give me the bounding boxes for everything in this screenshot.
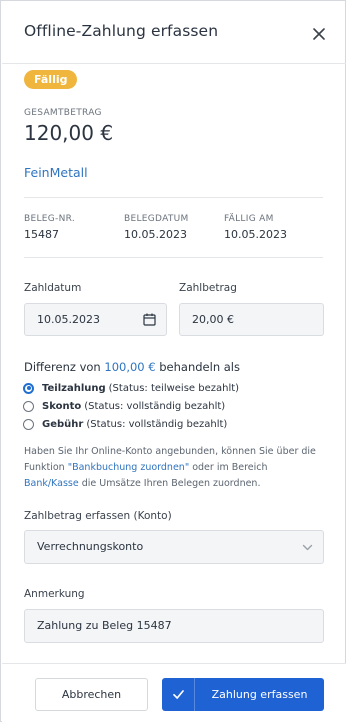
anmerkung-field[interactable]: Zahlung zu Beleg 15487 (24, 609, 324, 643)
dialog: Offline-Zahlung erfassen Fällig GESAMTBE… (0, 0, 346, 722)
radio-status: (Status: vollständig bezahlt) (84, 400, 226, 412)
zahldatum-field[interactable]: 10.05.2023 (24, 303, 167, 336)
zahldatum-value: 10.05.2023 (37, 313, 100, 326)
radio-skonto[interactable]: Skonto (Status: vollständig bezahlt) (23, 398, 225, 414)
radio-label: Gebühr (42, 418, 84, 430)
belegdatum-label: BELEGDATUM (124, 214, 189, 224)
bank-kasse-link[interactable]: Bank/Kasse (24, 478, 79, 489)
info-text: Haben Sie Ihr Online-Konto angebunden, k… (24, 444, 324, 492)
zahlbetrag-field[interactable]: 20,00 € (179, 303, 324, 336)
dialog-header: Offline-Zahlung erfassen (2, 2, 346, 64)
submit-button[interactable]: Zahlung erfassen (162, 678, 324, 711)
radio-label: Teilzahlung (42, 382, 106, 394)
difference-text: Differenz von 100,00 € behandeln als (24, 360, 240, 374)
radio-button[interactable] (23, 382, 34, 394)
difference-amount: 100,00 € (104, 360, 156, 374)
beleg-nr-value: 15487 (24, 228, 59, 241)
faellig-am-value: 10.05.2023 (224, 228, 287, 241)
total-amount: 120,00 € (24, 121, 114, 145)
total-label: GESAMTBETRAG (24, 108, 102, 118)
radio-status: (Status: vollständig bezahlt) (86, 418, 228, 430)
radio-teilzahlung[interactable]: Teilzahlung (Status: teilweise bezahlt) (23, 380, 239, 396)
beleg-nr-label: BELEG-NR. (24, 214, 76, 224)
zahlbetrag-label: Zahlbetrag (179, 282, 237, 294)
dialog-footer: Abbrechen Zahlung erfassen (2, 663, 346, 722)
anmerkung-value: Zahlung zu Beleg 15487 (37, 619, 172, 632)
difference-suffix: behandeln als (155, 360, 240, 374)
konto-select[interactable]: Verrechnungskonto (24, 530, 324, 564)
check-icon (173, 690, 184, 699)
status-badge: Fällig (24, 70, 78, 89)
info-text-part: die Umsätze Ihren Belegen zuordnen. (78, 478, 261, 489)
submit-label: Zahlung erfassen (211, 688, 308, 701)
radio-label: Skonto (42, 400, 82, 412)
calendar-icon[interactable] (143, 313, 156, 326)
belegdatum-value: 10.05.2023 (124, 228, 187, 241)
company-link[interactable]: FeinMetall (24, 165, 88, 180)
konto-value: Verrechnungskonto (37, 540, 144, 553)
konto-label: Zahlbetrag erfassen (Konto) (24, 510, 172, 522)
divider (24, 197, 323, 198)
difference-prefix: Differenz von (24, 360, 105, 374)
dialog-title: Offline-Zahlung erfassen (24, 22, 219, 40)
radio-button[interactable] (23, 400, 34, 412)
radio-gebuehr[interactable]: Gebühr (Status: vollständig bezahlt) (23, 416, 227, 432)
radio-status: (Status: teilweise bezahlt) (108, 382, 240, 394)
anmerkung-label: Anmerkung (24, 588, 85, 600)
divider (24, 257, 323, 258)
faellig-am-label: FÄLLIG AM (224, 214, 274, 224)
zahlbetrag-value: 20,00 € (192, 313, 234, 326)
zahldatum-label: Zahldatum (24, 282, 82, 294)
check-icon-wrap (162, 678, 195, 711)
close-icon[interactable] (309, 24, 329, 44)
radio-button[interactable] (23, 418, 34, 430)
bankbuchung-zuordnen-link[interactable]: "Bankbuchung zuordnen" (68, 462, 189, 473)
chevron-down-icon (302, 544, 313, 551)
info-text-part: oder im Bereich (189, 462, 268, 473)
cancel-button[interactable]: Abbrechen (35, 678, 148, 711)
